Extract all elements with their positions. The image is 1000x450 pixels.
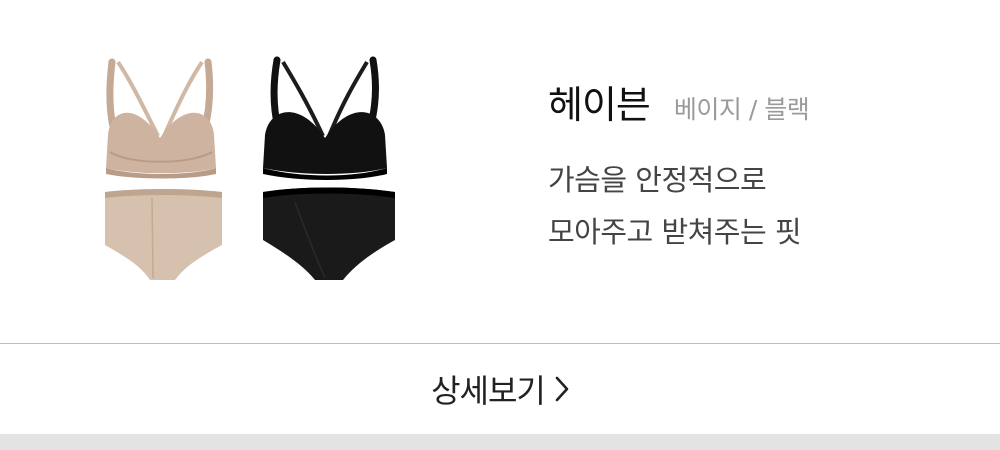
product-image[interactable] xyxy=(80,40,420,300)
product-info: 헤이븐 베이지 / 블랙 가슴을 안정적으로 모아주고 받쳐주는 핏 xyxy=(548,80,810,258)
title-row: 헤이븐 베이지 / 블랙 xyxy=(548,80,810,130)
black-set-image xyxy=(263,56,395,280)
description-line: 모아주고 받쳐주는 핏 xyxy=(548,215,802,249)
product-description: 가슴을 안정적으로 모아주고 받쳐주는 핏 xyxy=(548,154,809,258)
product-colors: 베이지 / 블랙 xyxy=(673,95,810,124)
product-card[interactable]: 헤이븐 베이지 / 블랙 가슴을 안정적으로 모아주고 받쳐주는 핏 xyxy=(0,0,1000,343)
footer-bar xyxy=(0,434,1000,450)
beige-set-image xyxy=(105,58,222,280)
description-line: 가슴을 안정적으로 xyxy=(548,163,767,197)
chevron-right-icon xyxy=(555,376,569,402)
product-name: 헤이븐 xyxy=(548,83,651,127)
view-details-label: 상세보기 xyxy=(431,372,546,410)
view-details-button[interactable]: 상세보기 xyxy=(0,344,1000,434)
